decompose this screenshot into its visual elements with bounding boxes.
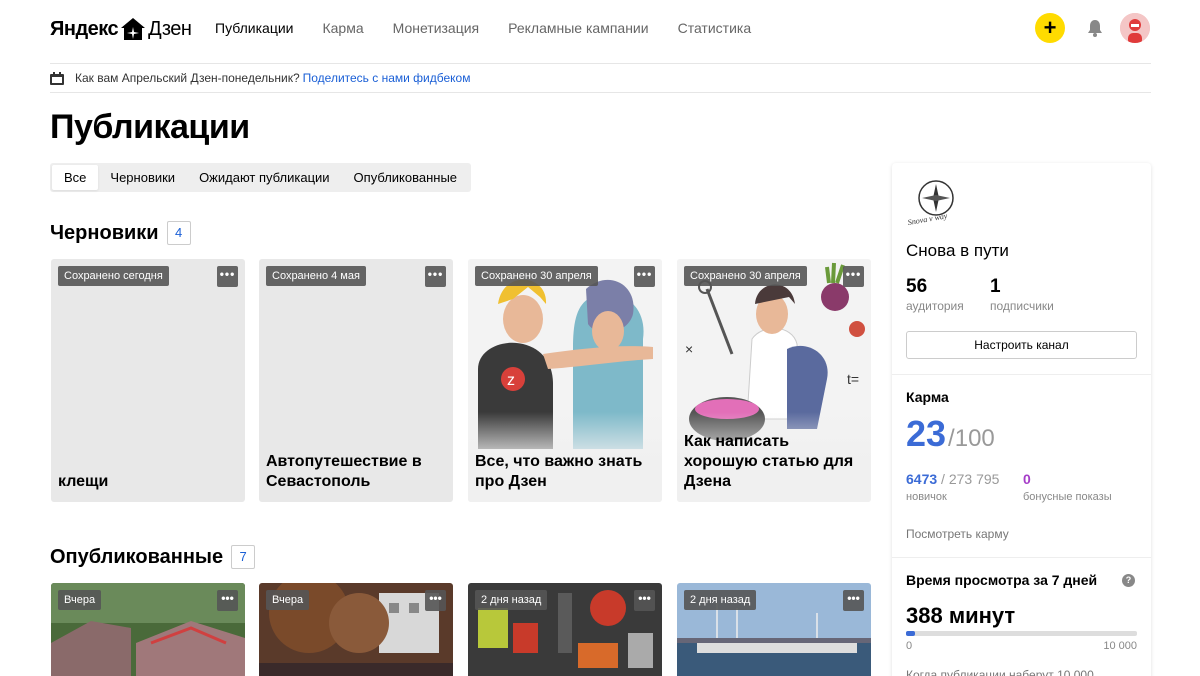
nav-publications[interactable]: Публикации xyxy=(215,20,293,36)
draft-title: Все, что важно знать про Дзен xyxy=(475,453,643,490)
more-menu-button[interactable]: ••• xyxy=(634,266,655,287)
draft-card[interactable]: Сохранено сегодня ••• клещи xyxy=(51,259,245,502)
drafts-count[interactable]: 4 xyxy=(166,221,191,245)
saved-badge: Сохранено 4 мая xyxy=(266,266,366,286)
saved-badge: Сохранено сегодня xyxy=(58,266,169,286)
published-date-badge: Вчера xyxy=(58,590,102,610)
drafts-heading: Черновики 4 xyxy=(50,221,191,245)
more-menu-button[interactable]: ••• xyxy=(217,590,238,611)
view-time-heading: Время просмотра за 7 дней xyxy=(906,572,1098,588)
published-title: Опубликованные xyxy=(50,545,224,568)
top-header: Яндекс Дзен Публикации Карма Монетизация… xyxy=(50,0,1151,64)
karma-rank: 6473 / 273 795 xyxy=(906,471,999,487)
karma-score: 23 /100 xyxy=(906,413,995,455)
draft-title: Автопутешествие в Севастополь xyxy=(266,453,422,490)
yandex-dzen-logo[interactable]: Яндекс Дзен xyxy=(50,16,192,42)
tab-scheduled[interactable]: Ожидают публикации xyxy=(187,165,341,190)
progress-min: 0 xyxy=(906,640,913,652)
svg-text:t=: t= xyxy=(847,371,859,387)
karma-max: /100 xyxy=(948,425,995,452)
saved-badge: Сохранено 30 апреля xyxy=(684,266,807,286)
progress-fill xyxy=(906,631,915,636)
view-time-value: 388 минут xyxy=(906,603,1016,628)
nav-statistics[interactable]: Статистика xyxy=(678,20,752,36)
draft-title: Как написать хорошую статью для Дзена xyxy=(684,433,854,490)
published-date-badge: 2 дня назад xyxy=(684,590,757,610)
more-menu-button[interactable]: ••• xyxy=(425,266,446,287)
divider xyxy=(892,557,1151,558)
more-menu-button[interactable]: ••• xyxy=(843,266,864,287)
karma-heading: Карма xyxy=(906,389,949,405)
feedback-link[interactable]: Поделитесь с нами фидбеком xyxy=(303,71,471,85)
draft-card[interactable]: Сохранено 4 мая ••• Автопутешествие в Се… xyxy=(259,259,453,502)
subscribers-count: 1 xyxy=(990,276,1001,297)
nav-monetization[interactable]: Монетизация xyxy=(393,20,480,36)
channel-logo[interactable]: Snova v way xyxy=(906,178,960,226)
more-menu-button[interactable]: ••• xyxy=(217,266,238,287)
channel-sidebar: Snova v way Снова в пути 56 аудитория 1 … xyxy=(892,163,1151,676)
logo-dzen-text: Дзен xyxy=(148,17,192,40)
help-icon[interactable]: ? xyxy=(1122,574,1135,587)
more-menu-button[interactable]: ••• xyxy=(425,590,446,611)
published-card[interactable]: 2 дня назад ••• xyxy=(468,583,662,676)
create-plus-button[interactable]: + xyxy=(1035,13,1065,43)
karma-rank-label: новичок xyxy=(906,491,947,503)
published-count[interactable]: 7 xyxy=(231,545,256,569)
audience-label: аудитория xyxy=(906,299,964,313)
view-time-progress xyxy=(906,631,1137,636)
published-card[interactable]: Вчера ••• xyxy=(259,583,453,676)
svg-text:z: z xyxy=(507,372,515,389)
karma-value: 23 xyxy=(906,413,947,454)
bell-icon[interactable] xyxy=(1085,18,1105,38)
published-heading: Опубликованные 7 xyxy=(50,545,256,569)
progress-max: 10 000 xyxy=(1103,640,1137,652)
published-date-badge: 2 дня назад xyxy=(475,590,548,610)
draft-card[interactable]: z Сохранено 30 апреля ••• Все, что важно… xyxy=(468,259,662,502)
published-card[interactable]: Вчера ••• xyxy=(51,583,245,676)
draft-title: клещи xyxy=(58,473,109,490)
svg-text:×: × xyxy=(685,341,693,357)
published-card[interactable]: 2 дня назад ••• xyxy=(677,583,871,676)
draft-card[interactable]: × t= Сохранено 30 апреля ••• Как написат… xyxy=(677,259,871,502)
divider xyxy=(892,374,1151,375)
logo-yandex-text: Яндекс xyxy=(50,17,119,40)
bonus-impressions: 0 xyxy=(1023,471,1031,487)
nav-ad-campaigns[interactable]: Рекламные кампании xyxy=(508,20,648,36)
view-karma-link[interactable]: Посмотреть карму xyxy=(906,527,1009,541)
karma-rank-total: / 273 795 xyxy=(937,471,1000,487)
published-date-badge: Вчера xyxy=(266,590,310,610)
more-menu-button[interactable]: ••• xyxy=(634,590,655,611)
nav-karma[interactable]: Карма xyxy=(322,20,363,36)
drafts-title: Черновики xyxy=(50,221,159,244)
saved-badge: Сохранено 30 апреля xyxy=(475,266,598,286)
calendar-icon xyxy=(50,71,64,85)
dzen-house-icon xyxy=(121,18,146,40)
tab-drafts[interactable]: Черновики xyxy=(98,165,187,190)
user-avatar[interactable] xyxy=(1120,13,1150,43)
main-nav: Публикации Карма Монетизация Рекламные к… xyxy=(215,20,751,36)
page-title: Публикации xyxy=(50,108,250,146)
view-time-note: Когда публикации наберут 10 000 xyxy=(906,668,1094,676)
karma-rank-number: 6473 xyxy=(906,471,938,487)
feedback-notice: Как вам Апрельский Дзен-понедельник? Под… xyxy=(50,64,1151,93)
setup-channel-button[interactable]: Настроить канал xyxy=(906,331,1137,359)
publication-tabs: Все Черновики Ожидают публикации Опублик… xyxy=(50,163,472,192)
bonus-label: бонусные показы xyxy=(1023,491,1112,503)
more-menu-button[interactable]: ••• xyxy=(843,590,864,611)
tab-published[interactable]: Опубликованные xyxy=(342,165,470,190)
subscribers-label: подписчики xyxy=(990,299,1054,313)
tab-all[interactable]: Все xyxy=(52,165,99,190)
channel-name: Снова в пути xyxy=(906,241,1009,260)
audience-count: 56 xyxy=(906,276,928,297)
notice-text: Как вам Апрельский Дзен-понедельник? xyxy=(75,71,300,85)
